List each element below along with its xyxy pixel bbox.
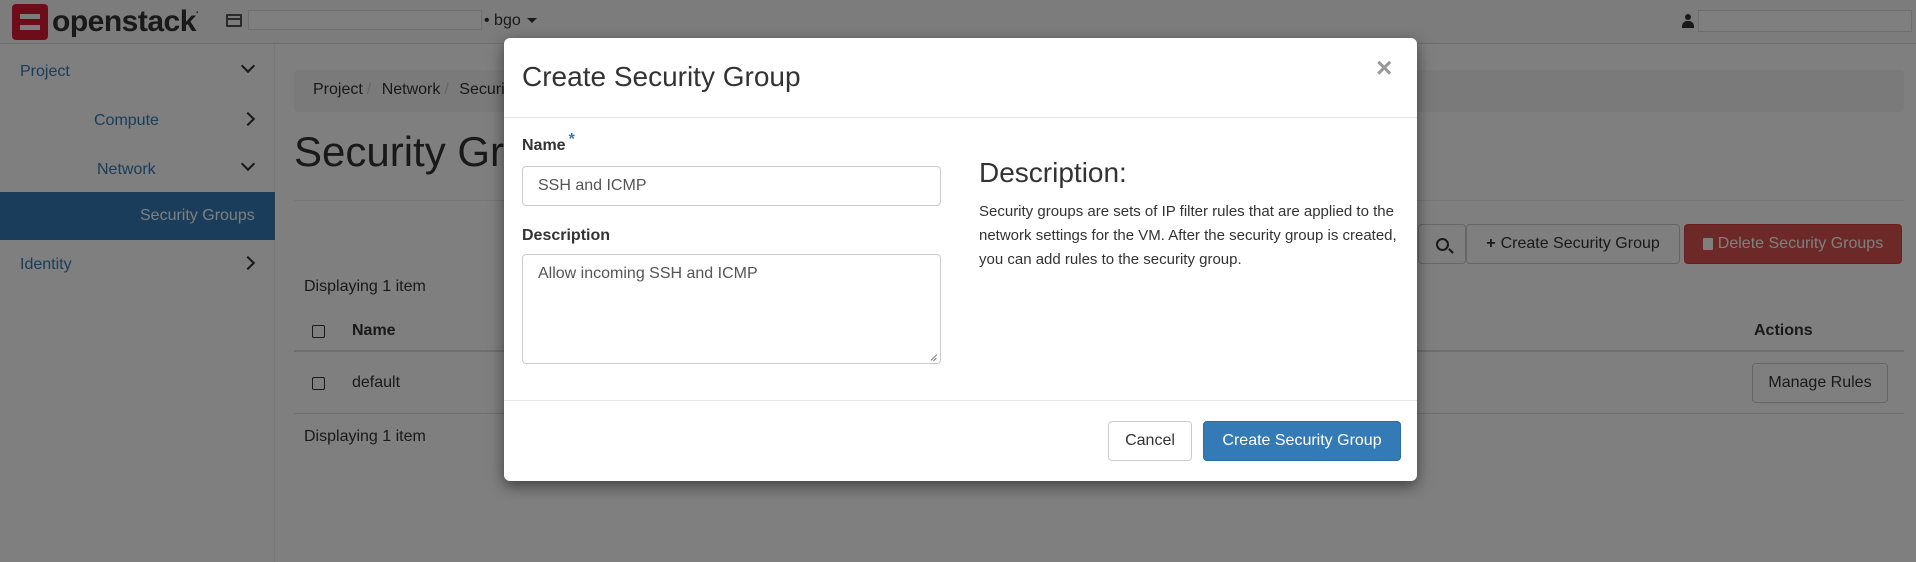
modal-footer-divider <box>504 400 1417 401</box>
create-security-group-submit-button[interactable]: Create Security Group <box>1203 421 1401 461</box>
create-security-group-modal: Create Security Group × Name* Descriptio… <box>504 38 1417 481</box>
close-icon[interactable]: × <box>1376 52 1392 84</box>
required-mark: * <box>568 131 575 148</box>
modal-header: Create Security Group × <box>504 38 1417 118</box>
help-title: Description: <box>979 157 1127 188</box>
name-input[interactable] <box>522 166 941 206</box>
name-label: Name * <box>522 131 575 154</box>
resize-handle-icon[interactable] <box>928 351 938 361</box>
modal-title: Create Security Group <box>522 61 801 92</box>
description-label: Description <box>522 227 611 244</box>
cancel-button[interactable]: Cancel <box>1108 421 1192 461</box>
description-textarea[interactable]: Allow incoming SSH and ICMP <box>522 254 941 364</box>
help-text: Security groups are sets of IP filter ru… <box>979 203 1397 268</box>
